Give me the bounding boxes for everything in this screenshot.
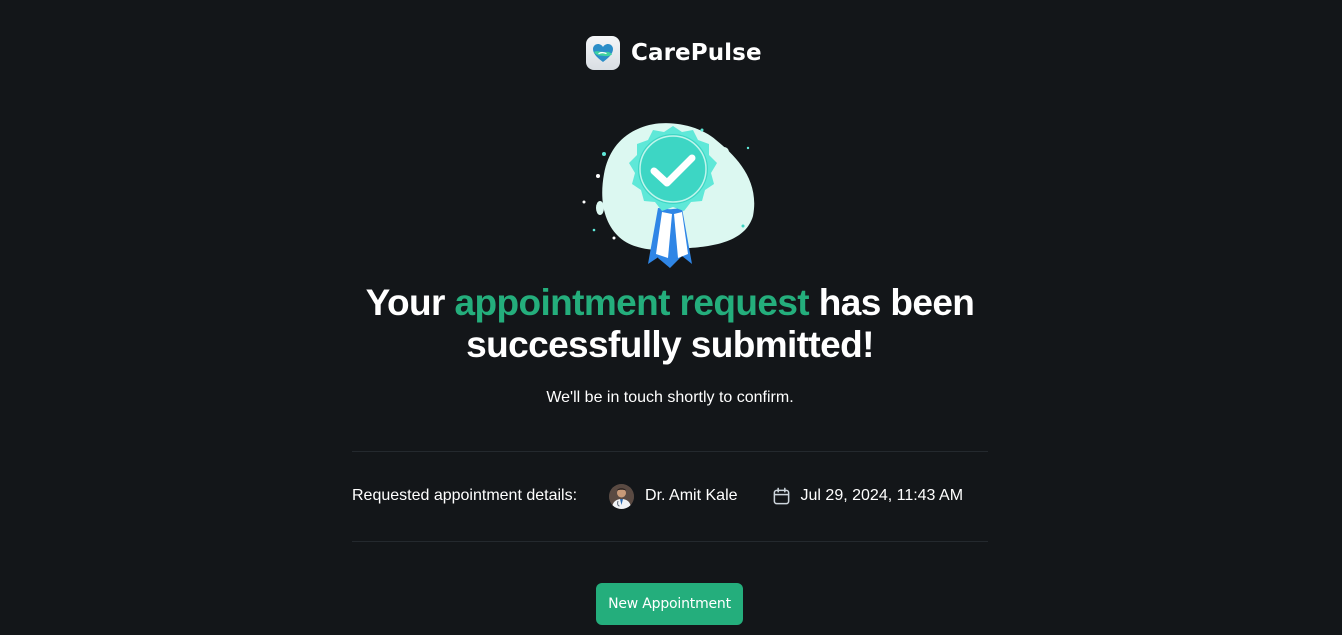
headline-prefix: Your <box>365 282 455 323</box>
calendar-icon <box>773 487 789 504</box>
datetime-text: Jul 29, 2024, 11:43 AM <box>800 487 964 504</box>
brand-logo[interactable]: CarePulse <box>586 36 762 70</box>
success-headline: Your appointment request has been succes… <box>300 282 1040 366</box>
doctor-info: Dr. Amit Kale <box>609 483 738 509</box>
new-appointment-button[interactable]: New Appointment <box>596 583 743 625</box>
appointment-datetime: Jul 29, 2024, 11:43 AM <box>772 487 963 506</box>
heart-hands-icon <box>586 36 620 70</box>
brand-name: CarePulse <box>631 40 762 66</box>
appointment-details: Requested appointment details: Dr. Amit … <box>352 482 988 510</box>
doctor-name: Dr. Amit Kale <box>645 487 738 504</box>
divider-bottom <box>352 541 988 542</box>
headline-accent: appointment request <box>454 282 810 323</box>
doctor-avatar <box>609 483 635 509</box>
confirmation-subtext: We'll be in touch shortly to confirm. <box>546 389 794 406</box>
divider-top <box>352 451 988 452</box>
success-page: CarePulse Your appointment request has b… <box>0 0 1342 635</box>
award-checkmark-icon <box>582 123 755 268</box>
details-label: Requested appointment details: <box>352 487 578 504</box>
